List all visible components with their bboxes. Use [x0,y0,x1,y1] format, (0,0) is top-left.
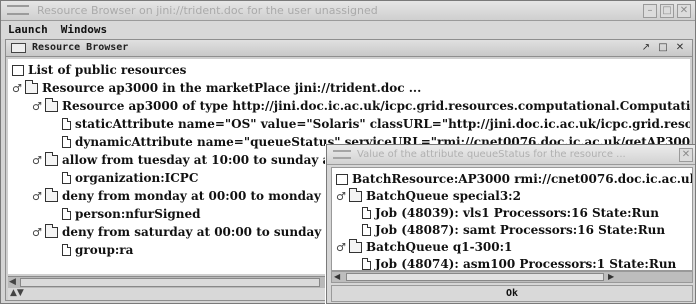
dialog-close-button[interactable]: ✕ [679,148,693,162]
tree-node-organization[interactable]: organization:ICPC [62,169,198,187]
expand-toggle-icon[interactable]: ♂ [32,226,42,239]
dialog-title: Value of the attribute queueStatus for t… [357,149,626,160]
tree-node-root[interactable]: List of public resources [12,61,186,79]
list-icon [12,64,24,76]
folder-icon [349,238,362,253]
tree-node-label: BatchResource:AP3000 rmi://cnet0076.doc.… [352,172,693,186]
queue-status-tree[interactable]: BatchResource:AP3000 rmi://cnet0076.doc.… [331,167,693,271]
scrollbar-thumb[interactable] [20,278,320,287]
tree-node-label: Job (48039): vls1 Processors:16 State:Ru… [375,206,659,220]
folder-icon [45,187,58,202]
tree-node-label: Resource ap3000 in the marketPlace jini:… [42,81,422,95]
dialog-titlebar[interactable]: Value of the attribute queueStatus for t… [327,145,695,165]
tree-node-label: staticAttribute name="OS" value="Solaris… [75,117,690,131]
tree-node-type[interactable]: ♂ Resource ap3000 of type http://jini.do… [32,97,690,115]
tree-node-batch-queue[interactable]: ♂ BatchQueue special3:2 [336,187,521,205]
expand-toggle-icon[interactable]: ♂ [32,190,42,203]
expand-toggle-icon[interactable]: ♂ [32,100,42,113]
window-titlebar[interactable]: Resource Browser on jini://trident.doc f… [1,1,695,21]
attribute-value-dialog: Value of the attribute queueStatus for t… [326,144,696,304]
scroll-left-icon[interactable]: ◀ [334,272,340,281]
tree-node-label: List of public resources [28,63,187,77]
tree-node-job[interactable]: Job (48074): asm100 Processors:1 State:R… [362,255,677,271]
tree-node-resource[interactable]: ♂ Resource ap3000 in the marketPlace jin… [12,79,421,97]
tree-node-group[interactable]: group:ra [62,241,133,259]
document-icon [362,258,371,270]
frame-close-button[interactable]: ✕ [674,42,686,54]
tree-node-label: Job (48074): asm100 Processors:1 State:R… [375,257,677,271]
folder-icon [45,151,58,166]
expand-toggle-icon[interactable]: ♂ [32,154,42,167]
document-icon [62,136,71,148]
frame-icon [11,43,26,53]
tree-node-batch-resource[interactable]: BatchResource:AP3000 rmi://cnet0076.doc.… [336,170,693,188]
document-icon [362,224,371,236]
window-title: Resource Browser on jini://trident.doc f… [37,4,378,17]
tree-node-label: person:nfurSigned [75,207,201,221]
document-icon [62,244,71,256]
frame-maximize-button[interactable]: □ [657,42,669,54]
minimize-button[interactable]: – [643,4,657,18]
internal-frame-titlebar[interactable]: Resource Browser ↗ □ ✕ [6,40,692,57]
menu-launch[interactable]: Launch [1,21,54,39]
dialog-menu-icon[interactable] [333,150,351,159]
tree-node-label: BatchQueue q1-300:1 [366,240,513,254]
document-icon [62,118,71,130]
document-icon [62,172,71,184]
folder-icon [25,79,38,94]
internal-frame-title: Resource Browser [32,42,129,53]
tree-node-static-attribute[interactable]: staticAttribute name="OS" value="Solaris… [62,115,690,133]
scroll-left-icon[interactable]: ◀ [9,277,16,287]
document-icon [62,208,71,220]
list-icon [336,173,348,185]
document-icon [362,207,371,219]
tree-node-label: group:ra [75,243,134,257]
resize-arrows-icon[interactable]: ▲▼ [10,288,24,298]
menu-windows[interactable]: Windows [54,21,113,39]
scrollbar-thumb[interactable] [346,273,604,281]
iconify-button[interactable]: ↗ [640,42,652,54]
folder-icon [45,97,58,112]
expand-toggle-icon[interactable]: ♂ [12,82,22,95]
ok-button[interactable]: Ok [331,285,693,302]
tree-node-job[interactable]: Job (48087): samt Processors:16 State:Ru… [362,221,665,239]
close-button[interactable]: ✕ [677,4,691,18]
scroll-right-icon[interactable]: ▶ [608,272,614,281]
menubar: Launch Windows [1,21,695,39]
tree-node-person[interactable]: person:nfurSigned [62,205,201,223]
tree-node-label: Resource ap3000 of type http://jini.doc.… [62,99,690,113]
dialog-horizontal-scrollbar[interactable]: ◀ ▶ [331,271,693,283]
tree-node-label: Job (48087): samt Processors:16 State:Ru… [375,223,666,237]
tree-node-batch-queue[interactable]: ♂ BatchQueue q1-300:1 [336,238,512,256]
expand-toggle-icon[interactable]: ♂ [336,190,346,203]
tree-node-label: organization:ICPC [75,171,199,185]
folder-icon [349,187,362,202]
maximize-button[interactable]: □ [660,4,674,18]
tree-node-label: BatchQueue special3:2 [366,189,521,203]
expand-toggle-icon[interactable]: ♂ [336,241,346,254]
window-menu-icon[interactable] [7,5,29,15]
tree-node-job[interactable]: Job (48039): vls1 Processors:16 State:Ru… [362,204,659,222]
folder-icon [45,223,58,238]
